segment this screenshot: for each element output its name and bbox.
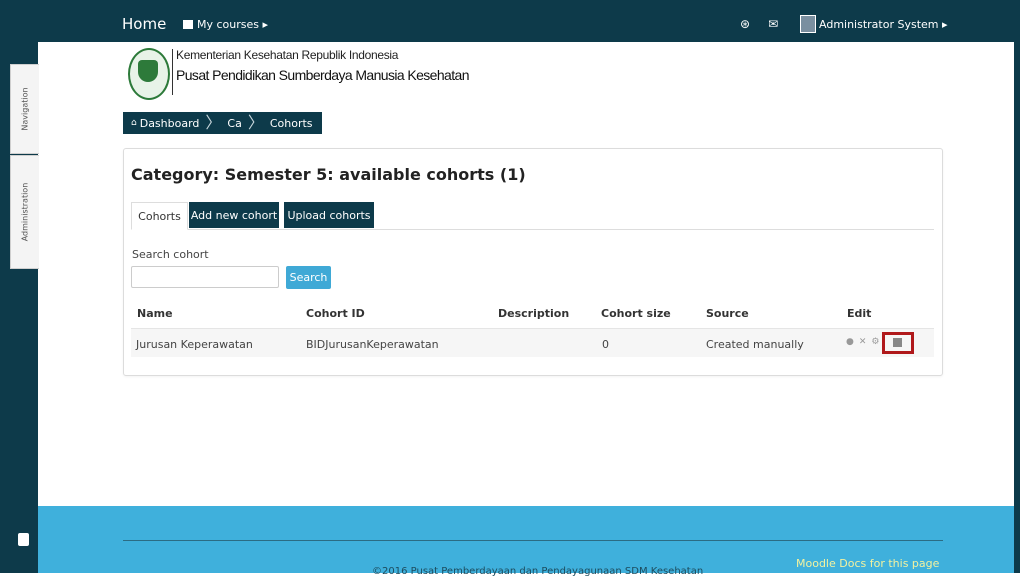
column-header-name[interactable]: Name: [137, 307, 173, 320]
search-input[interactable]: [131, 266, 279, 288]
tab-add-new-cohort[interactable]: Add new cohort: [189, 202, 279, 228]
courses-icon: [183, 20, 193, 29]
dock-administration-tab[interactable]: Administration: [10, 155, 39, 269]
assign-icon: [893, 338, 902, 347]
search-button[interactable]: Search: [286, 266, 331, 289]
home-icon: ⌂: [131, 118, 137, 128]
top-navbar: Home My courses ▸ ⊛ ✉ Administrator Syst…: [0, 6, 1014, 42]
my-courses-menu[interactable]: My courses ▸: [183, 18, 268, 31]
breadcrumb-separator-icon: 〉: [205, 113, 222, 132]
dock-administration-label: Administration: [20, 182, 30, 242]
logo-title-line2: Pusat Pendidikan Sumberdaya Manusia Kese…: [176, 67, 469, 83]
delete-icon[interactable]: ✕: [859, 337, 867, 347]
window-frame-right: [1014, 0, 1020, 573]
cell-source: Created manually: [706, 338, 804, 351]
logo-title-line1: Kementerian Kesehatan Republik Indonesia: [176, 48, 399, 62]
breadcrumb: ⌂ Dashboard 〉 Ca 〉 Cohorts: [123, 112, 322, 134]
settings-icon[interactable]: ⚙: [871, 337, 879, 347]
cell-cohort-id: BIDJurusanKeperawatan: [306, 338, 439, 351]
messages-icon[interactable]: ✉: [768, 17, 778, 31]
column-header-edit: Edit: [847, 307, 872, 320]
column-header-source: Source: [706, 307, 749, 320]
notifications-icon[interactable]: ⊛: [740, 17, 750, 31]
column-header-cohort-id[interactable]: Cohort ID: [306, 307, 365, 320]
breadcrumb-separator-icon: 〉: [247, 113, 264, 132]
breadcrumb-dashboard[interactable]: Dashboard: [140, 117, 200, 130]
ministry-logo: [128, 48, 170, 100]
dock-menu-icon[interactable]: [18, 533, 29, 546]
edit-actions: ● ✕ ⚙: [846, 337, 879, 347]
footer-divider: [123, 540, 943, 541]
assign-cohort-icon-highlight[interactable]: [882, 332, 914, 354]
footer-copyright: ©2016 Pusat Pemberdayaan dan Pendayaguna…: [372, 566, 704, 577]
breadcrumb-category[interactable]: Ca: [227, 117, 241, 130]
column-header-description: Description: [498, 307, 570, 320]
moodle-docs-link[interactable]: Moodle Docs for this page: [796, 557, 939, 570]
cohort-tabs: Cohorts Add new cohort Upload cohorts: [131, 202, 934, 230]
logo-emblem-icon: [138, 60, 158, 82]
navbar-icons: ⊛ ✉: [740, 17, 778, 31]
tab-upload-cohorts[interactable]: Upload cohorts: [284, 202, 374, 228]
tab-cohorts[interactable]: Cohorts: [131, 202, 188, 230]
user-menu[interactable]: Administrator System ▸: [800, 15, 948, 33]
my-courses-label: My courses ▸: [197, 18, 269, 31]
dock-navigation-tab[interactable]: Navigation: [10, 64, 39, 154]
dock-navigation-label: Navigation: [20, 87, 30, 131]
hide-icon[interactable]: ●: [846, 337, 854, 347]
page-title: Category: Semester 5: available cohorts …: [131, 165, 526, 184]
page-footer: Moodle Docs for this page ©2016 Pusat Pe…: [38, 506, 1014, 577]
breadcrumb-cohorts[interactable]: Cohorts: [270, 117, 313, 130]
cell-name: Jurusan Keperawatan: [136, 338, 253, 351]
user-name: Administrator System ▸: [819, 17, 948, 31]
cell-size: 0: [602, 338, 609, 351]
avatar: [800, 15, 816, 33]
search-label: Search cohort: [132, 248, 209, 261]
logo-divider: [172, 49, 173, 95]
home-link[interactable]: Home: [122, 15, 166, 33]
column-header-cohort-size: Cohort size: [601, 307, 671, 320]
